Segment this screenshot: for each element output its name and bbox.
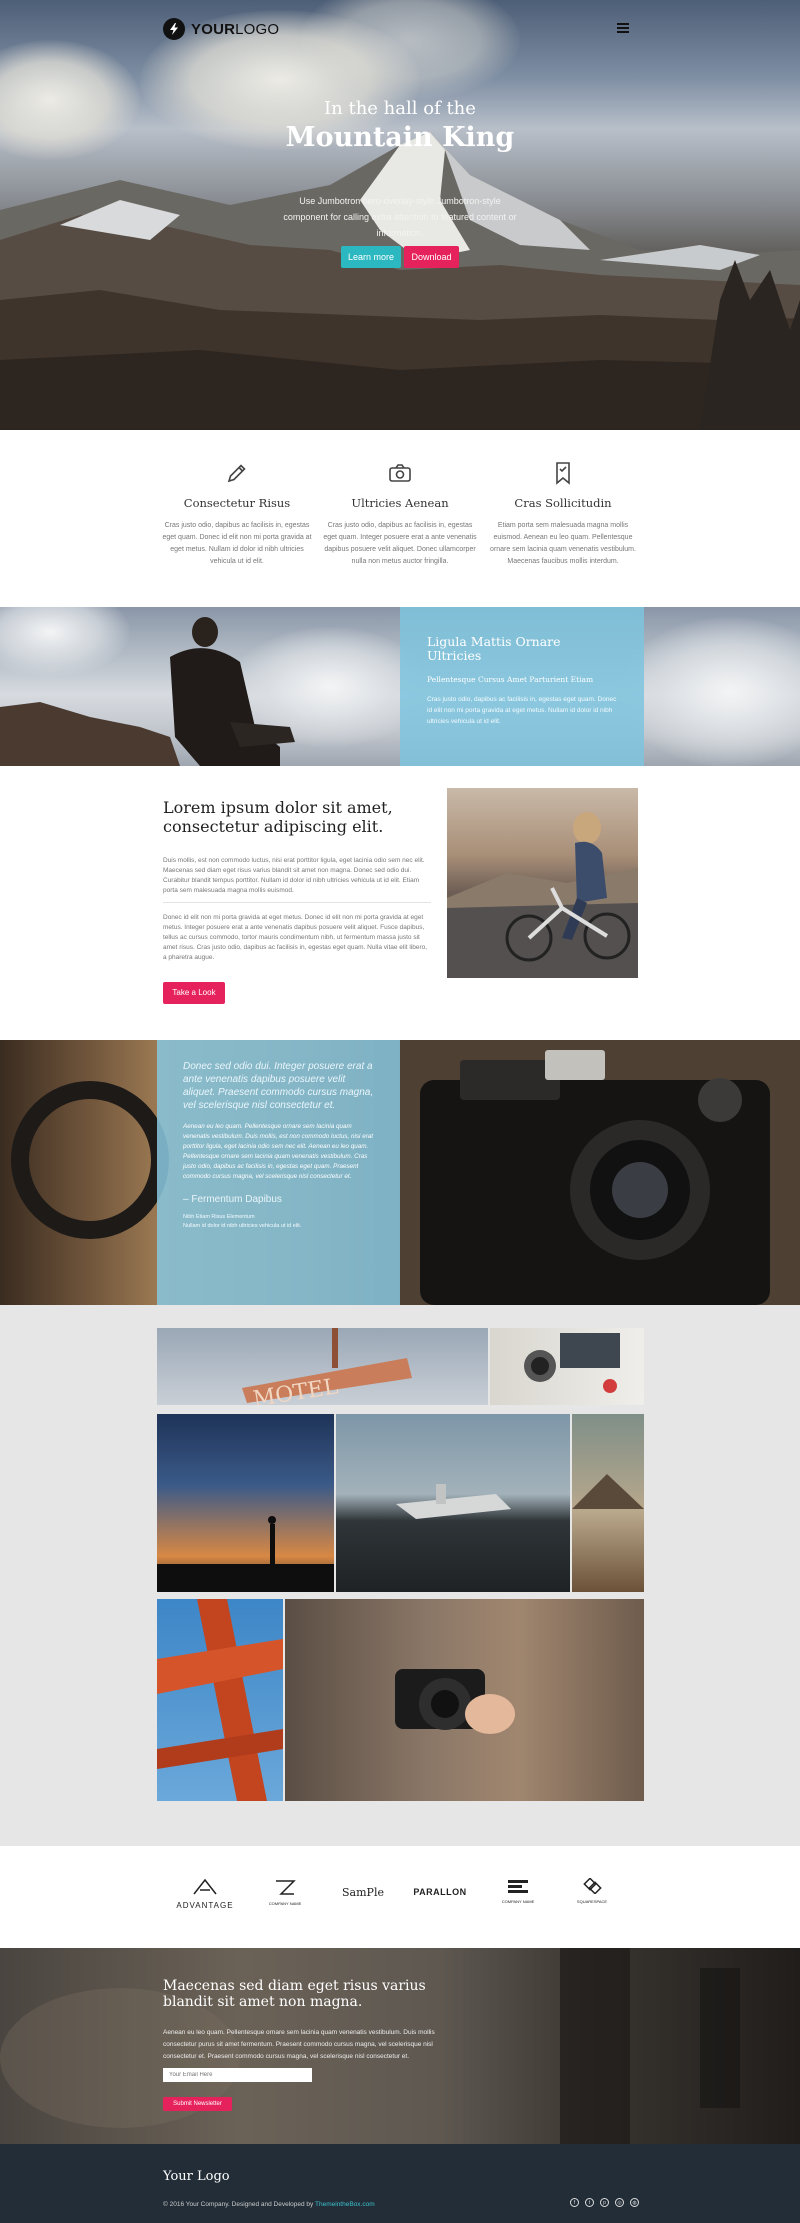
brand-logo-squarespace[interactable]: SQUARESPACE xyxy=(570,1877,614,1904)
feature-item: Cras Sollicitudin Etiam porta sem malesu… xyxy=(483,460,643,568)
gallery-image-desk[interactable] xyxy=(490,1328,644,1405)
pinterest-icon[interactable]: p xyxy=(600,2198,609,2207)
article-title: Lorem ipsum dolor sit amet, consectetur … xyxy=(163,798,393,836)
brand-logo-advantage[interactable]: ADVANTAGE xyxy=(170,1878,240,1910)
feature-title: Consectetur Risus xyxy=(183,496,291,510)
band-cloud xyxy=(620,617,800,766)
feature-title: Ultricies Aenean xyxy=(351,496,449,510)
photo-gallery: MOTEL xyxy=(0,1305,800,1846)
download-button[interactable]: Download xyxy=(404,246,459,268)
bookmark-icon xyxy=(550,460,576,486)
gallery-image-sunset[interactable] xyxy=(157,1414,334,1592)
logo-text: YOURLOGO xyxy=(191,20,280,38)
newsletter-section: Maecenas sed diam eget risus varius blan… xyxy=(0,1948,800,2144)
newsletter-title: Maecenas sed diam eget risus varius blan… xyxy=(163,1978,426,2010)
camera-quote-section: Donec sed odio dui. Integer posuere erat… xyxy=(0,1040,800,1305)
quote-box: Donec sed odio dui. Integer posuere erat… xyxy=(157,1040,400,1305)
email-input[interactable] xyxy=(163,2068,312,2082)
feature-item: Ultricies Aenean Cras justo odio, dapibu… xyxy=(320,460,480,568)
hero-title-line1: In the hall of the xyxy=(324,98,476,119)
band-text: Cras justo odio, dapibus ac facilisis in… xyxy=(427,696,617,725)
newsletter-text: Aenean eu leo quam. Pellentesque ornare … xyxy=(163,2029,435,2060)
clouds-band-section: Ligula Mattis Ornare Ultricies Pellentes… xyxy=(0,607,800,766)
article-paragraph: Donec id elit non mi porta gravida at eg… xyxy=(163,914,428,961)
social-links: f t p ◎ ◍ xyxy=(570,2198,639,2207)
footer: Your Logo © 2016 Your Company. Designed … xyxy=(0,2144,800,2223)
submit-newsletter-button[interactable]: Submit Newsletter xyxy=(163,2097,232,2111)
brand-logo-company-1[interactable]: COMPANY NAME xyxy=(262,1878,308,1906)
cyclist-photo xyxy=(447,788,638,978)
feature-text: Cras justo odio, dapibus ac facilisis in… xyxy=(162,522,312,565)
facebook-icon[interactable]: f xyxy=(570,2198,579,2207)
footer-copyright: © 2016 Your Company. Designed and Develo… xyxy=(163,2201,375,2208)
dribbble-icon[interactable]: ◍ xyxy=(630,2198,639,2207)
take-a-look-button[interactable]: Take a Look xyxy=(163,982,225,1004)
gallery-image-volcano[interactable] xyxy=(572,1414,644,1592)
logo[interactable]: YOURLOGO xyxy=(163,18,279,40)
gallery-image-motel[interactable]: MOTEL xyxy=(157,1328,488,1405)
hero-subtitle: Use Jumbotron hero-overlay-style Jumbotr… xyxy=(283,196,517,238)
band-info-box: Ligula Mattis Ornare Ultricies Pellentes… xyxy=(400,607,644,766)
twitter-icon[interactable]: t xyxy=(585,2198,594,2207)
band-title: Ligula Mattis Ornare Ultricies xyxy=(427,634,561,663)
gallery-image-plane-wreck[interactable] xyxy=(336,1414,570,1592)
quote-meta: Nibh Etiam Risus Elementum Nullam id dol… xyxy=(183,1214,302,1229)
hiker-silhouette xyxy=(0,617,295,766)
brand-logo-parallon[interactable]: PARALLON xyxy=(408,1887,472,1897)
quote-body: Aenean eu leo quam. Pellentesque ornare … xyxy=(183,1123,374,1180)
pencil-icon xyxy=(224,460,250,486)
band-subtitle: Pellentesque Cursus Amet Parturient Etia… xyxy=(427,675,594,684)
hero-section: YOURLOGO In the hall of the Mountain Kin… xyxy=(0,0,800,430)
hero-title-line2: Mountain King xyxy=(285,122,515,153)
brand-logo-sample[interactable]: SamPle xyxy=(337,1886,389,1899)
learn-more-button[interactable]: Learn more xyxy=(341,246,401,268)
hamburger-menu-icon[interactable] xyxy=(617,23,629,33)
quote-text: Donec sed odio dui. Integer posuere erat… xyxy=(183,1061,374,1111)
client-logos-section: ADVANTAGE COMPANY NAME SamPle PARALLON C… xyxy=(0,1846,800,1948)
brand-logo-company-2[interactable]: COMPANY NAME xyxy=(496,1878,540,1904)
footer-credit-link[interactable]: ThemeintheBox.com xyxy=(315,2201,375,2208)
feature-text: Etiam porta sem malesuada magna mollis e… xyxy=(490,522,636,565)
quote-author: – Fermentum Dapibus xyxy=(183,1194,282,1205)
features-section: Consectetur Risus Cras justo odio, dapib… xyxy=(0,430,800,607)
instagram-icon[interactable]: ◎ xyxy=(615,2198,624,2207)
lightning-icon xyxy=(163,18,185,40)
feature-title: Cras Sollicitudin xyxy=(514,496,612,510)
camera-icon xyxy=(387,460,413,486)
gallery-image-camera-hands[interactable] xyxy=(285,1599,644,1801)
footer-logo[interactable]: Your Logo xyxy=(163,2169,230,2184)
article-paragraph: Duis mollis, est non commodo luctus, nis… xyxy=(163,856,431,903)
feature-item: Consectetur Risus Cras justo odio, dapib… xyxy=(157,460,317,568)
gallery-image-bridge[interactable] xyxy=(157,1599,283,1801)
feature-text: Cras justo odio, dapibus ac facilisis in… xyxy=(323,522,477,565)
article-section: Lorem ipsum dolor sit amet, consectetur … xyxy=(0,766,800,1040)
camera-photo xyxy=(11,1040,800,1305)
